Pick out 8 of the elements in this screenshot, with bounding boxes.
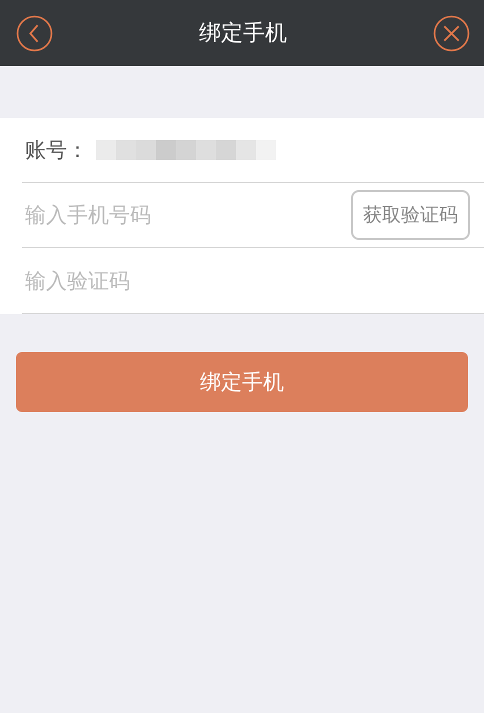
account-label: 账号： [24, 137, 88, 164]
back-icon[interactable] [16, 14, 53, 52]
close-icon[interactable] [433, 14, 470, 52]
page-title: 绑定手机 [199, 20, 287, 48]
code-input-field[interactable]: 输入验证码 [22, 268, 470, 292]
bind-phone-button[interactable]: 绑定手机 [16, 352, 468, 412]
get-code-button[interactable]: 获取验证码 [351, 190, 470, 240]
phone-input-field[interactable]: 输入手机号码 [22, 203, 351, 227]
